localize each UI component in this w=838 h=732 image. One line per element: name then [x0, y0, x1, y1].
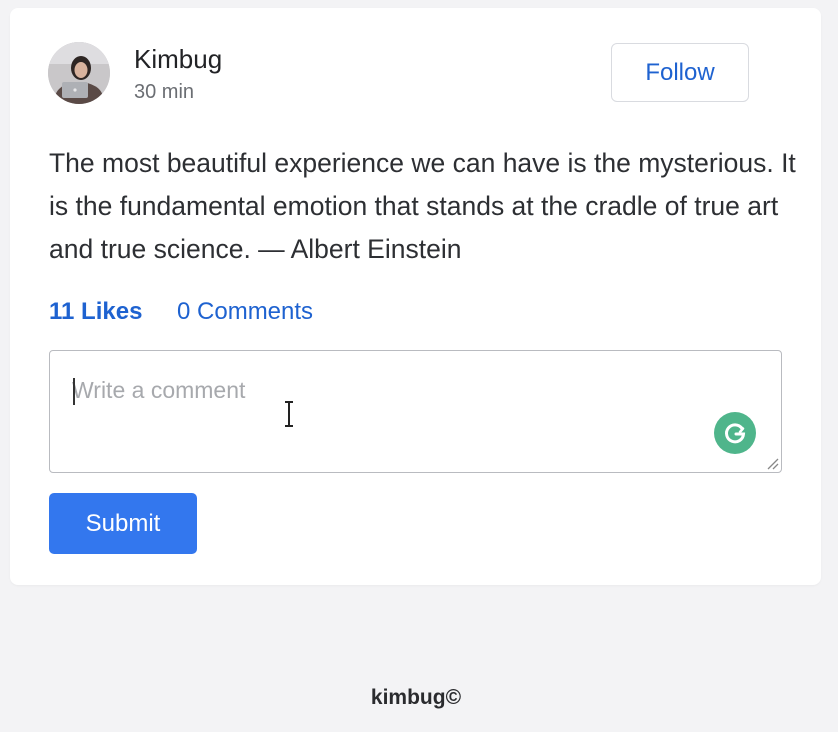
author-avatar[interactable] [48, 42, 110, 104]
grammarly-icon[interactable] [714, 412, 756, 454]
mouse-ibeam-cursor-icon [285, 401, 293, 427]
footer-copyright: kimbug© [370, 686, 462, 709]
follow-button[interactable]: Follow [611, 43, 749, 102]
resize-handle-icon[interactable] [765, 456, 779, 470]
post-timestamp: 30 min [134, 81, 195, 103]
comment-input-container [49, 350, 782, 473]
comment-input[interactable] [50, 351, 781, 472]
avatar-photo-icon [48, 42, 110, 104]
comments-count-link[interactable]: 0 Comments [177, 298, 313, 326]
text-caret [73, 378, 75, 405]
likes-count-link[interactable]: 11 Likes [49, 298, 142, 326]
author-name[interactable]: Kimbug [134, 44, 222, 75]
post-card: Kimbug 30 min Follow The most beautiful … [10, 8, 821, 585]
grammarly-g-glyph-icon [725, 423, 746, 444]
post-body-text: The most beautiful experience we can hav… [49, 148, 796, 264]
submit-comment-button[interactable]: Submit [49, 493, 197, 554]
